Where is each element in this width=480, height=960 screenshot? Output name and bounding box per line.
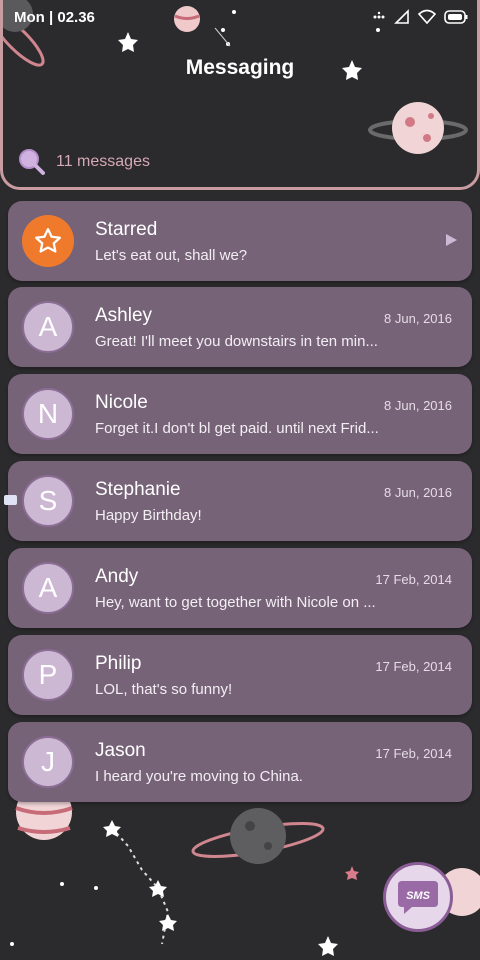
star-icon xyxy=(35,228,61,253)
status-time: Mon | 02.36 xyxy=(14,9,95,26)
signal-icon xyxy=(394,9,409,24)
list-item[interactable]: J Jason 17 Feb, 2014 I heard you're movi… xyxy=(8,722,472,802)
message-preview: Hey, want to get together with Nicole on… xyxy=(95,594,376,611)
contact-name: Philip xyxy=(95,653,142,674)
contact-name: Nicole xyxy=(95,392,148,413)
avatar: A xyxy=(22,301,74,353)
contact-name: Ashley xyxy=(95,305,153,326)
message-preview: Forget it.I don't bl get paid. until nex… xyxy=(95,420,379,437)
list-item-starred[interactable]: Starred Let's eat out, shall we? xyxy=(8,201,472,281)
app-title: Messaging xyxy=(185,56,295,79)
message-preview: Happy Birthday! xyxy=(95,507,202,524)
contact-name: Starred xyxy=(95,219,158,240)
search-row[interactable]: 11 messages xyxy=(18,148,150,176)
battery-icon xyxy=(444,10,468,24)
chat-bubble-icon: SMS xyxy=(398,881,438,914)
contact-name: Andy xyxy=(95,566,139,587)
message-date: 17 Feb, 2014 xyxy=(375,746,452,761)
list-item[interactable]: A Andy 17 Feb, 2014 Hey, want to get tog… xyxy=(8,548,472,628)
message-preview: Great! I'll meet you downstairs in ten m… xyxy=(95,333,378,350)
list-item[interactable]: N Nicole 8 Jun, 2016 Forget it.I don't b… xyxy=(8,374,472,454)
message-date: 8 Jun, 2016 xyxy=(384,485,452,500)
list-item[interactable]: P Philip 17 Feb, 2014 LOL, that's so fun… xyxy=(8,635,472,715)
notification-bubble-icon xyxy=(4,495,17,505)
star-avatar xyxy=(22,215,74,267)
message-count: 11 messages xyxy=(56,153,150,170)
wifi-icon xyxy=(418,9,436,25)
fab-label: SMS xyxy=(406,890,431,902)
avatar: J xyxy=(22,736,74,788)
status-bar: Mon | 02.36 xyxy=(0,0,480,34)
message-preview: I heard you're moving to China. xyxy=(95,768,303,785)
dots-icon xyxy=(373,11,385,19)
status-icons xyxy=(372,8,468,26)
message-date: 17 Feb, 2014 xyxy=(375,572,452,587)
avatar: P xyxy=(22,649,74,701)
play-arrow-icon xyxy=(446,234,457,246)
avatar: S xyxy=(22,475,74,527)
message-preview: LOL, that's so funny! xyxy=(95,681,233,698)
message-date: 8 Jun, 2016 xyxy=(384,398,452,413)
avatar: A xyxy=(22,562,74,614)
contact-name: Jason xyxy=(95,740,146,761)
message-date: 8 Jun, 2016 xyxy=(384,311,452,326)
list-item[interactable]: A Ashley 8 Jun, 2016 Great! I'll meet yo… xyxy=(8,287,472,367)
message-date: 17 Feb, 2014 xyxy=(375,659,452,674)
avatar: N xyxy=(22,388,74,440)
search-icon[interactable] xyxy=(18,148,46,176)
contact-name: Stephanie xyxy=(95,479,181,500)
compose-sms-button[interactable]: SMS xyxy=(383,862,453,932)
message-preview: Let's eat out, shall we? xyxy=(95,247,248,264)
list-item[interactable]: S Stephanie 8 Jun, 2016 Happy Birthday! xyxy=(8,461,472,541)
